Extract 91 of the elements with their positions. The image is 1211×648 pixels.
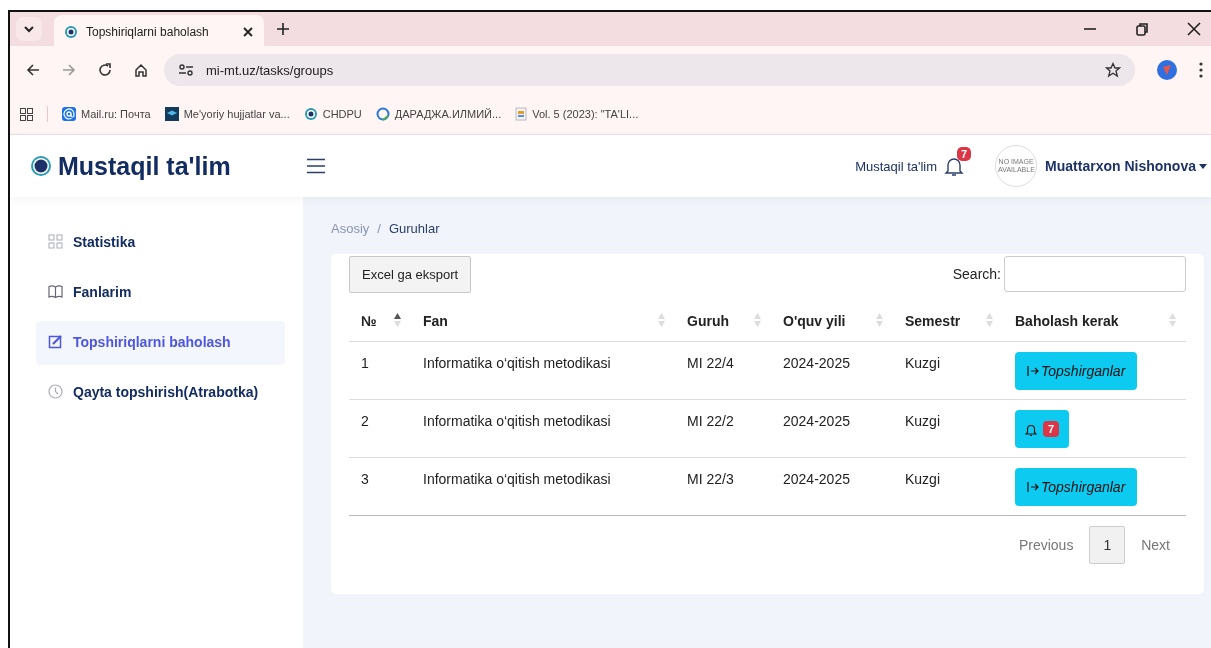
menu-icon[interactable] (306, 158, 326, 174)
close-icon[interactable] (242, 26, 254, 38)
column-header[interactable]: Baholash kerak (1003, 302, 1186, 342)
profile-avatar-icon[interactable] (1157, 60, 1177, 80)
address-bar[interactable]: mi-mt.uz/tasks/groups (164, 54, 1135, 86)
table-cell: 2 (349, 399, 411, 458)
sidebar-item[interactable]: Fanlarim (36, 271, 285, 315)
site-logo-icon (64, 25, 78, 39)
page-button[interactable]: 1 (1089, 526, 1126, 565)
search-label: Search: (952, 266, 1001, 282)
caret-icon (1199, 163, 1207, 169)
bookmark[interactable]: Me'yoriy hujjatlar va... (164, 107, 290, 121)
table-cell: Informatika o‘qitish metodikasi (411, 341, 675, 400)
bookmark-label: Vol. 5 (2023): "TA'LI... (532, 108, 639, 120)
tab-list-icon[interactable] (16, 17, 42, 41)
previous-link[interactable]: Previous (1002, 529, 1090, 562)
breadcrumb-separator: / (377, 221, 381, 236)
site-logo-icon (303, 107, 318, 121)
sort-icon (754, 313, 761, 327)
bookmark-label: CHDPU (322, 108, 362, 120)
bookmark-label: Me'yoriy hujjatlar va... (183, 108, 290, 120)
sidebar-item[interactable]: Topshiriqlarni baholash (36, 321, 285, 365)
restore-icon[interactable] (1135, 22, 1149, 36)
table-cell: 1 (349, 341, 411, 400)
arrow-right-to-bar-icon (1027, 481, 1039, 494)
edit-icon (48, 334, 63, 349)
back-icon[interactable] (26, 63, 40, 77)
table-cell: Kuzgi (893, 399, 1003, 458)
sort-icon (394, 313, 401, 327)
column-header[interactable]: O'quv yili (771, 302, 893, 342)
user-menu[interactable]: Muattarxon Nishonova (1045, 158, 1207, 174)
url-text: mi-mt.uz/tasks/groups (206, 62, 334, 78)
sort-icon (876, 313, 883, 327)
bookmark[interactable]: Vol. 5 (2023): "TA'LI... (515, 107, 639, 121)
more-icon[interactable] (1199, 62, 1203, 78)
sort-icon (986, 313, 993, 327)
table-cell: Informatika o‘qitish metodikasi (411, 399, 675, 458)
sort-icon (1169, 313, 1176, 327)
brand-logo-icon (30, 155, 52, 177)
graduation-cap-icon (164, 107, 179, 121)
column-header[interactable]: № (349, 302, 411, 342)
arrow-right-to-bar-icon (1027, 365, 1039, 378)
search-field[interactable] (1004, 256, 1186, 292)
export-button[interactable]: Excel ga eksport (349, 255, 472, 293)
bookmark[interactable]: CHDPU (303, 107, 362, 121)
clock-icon (48, 384, 63, 399)
table-cell: MI 22/3 (675, 457, 771, 516)
table-cell: Kuzgi (893, 457, 1003, 516)
bookmark[interactable]: ДАРАДЖА.ИЛМИЙ... (375, 107, 502, 121)
grid-icon (48, 234, 63, 249)
table-cell: MI 22/4 (675, 341, 771, 400)
column-header[interactable]: Guruh (675, 302, 771, 342)
reload-icon[interactable] (98, 63, 112, 77)
forward-icon[interactable] (62, 63, 76, 77)
count-badge: 7 (1043, 421, 1060, 438)
table-cell: Informatika o‘qitish metodikasi (411, 457, 675, 516)
table-cell: MI 22/2 (675, 399, 771, 458)
bookmark-label: Mail.ru: Почта (81, 108, 151, 120)
submissions-button[interactable]: Topshirganlar (1015, 468, 1138, 507)
bookmark[interactable]: Mail.ru: Почта (62, 107, 151, 121)
sidebar-item[interactable]: Qayta topshirish(Atrabotka) (36, 371, 285, 415)
bookmark-label: ДАРАДЖА.ИЛМИЙ... (394, 108, 502, 120)
column-header[interactable]: Semestr (893, 302, 1003, 342)
breadcrumb-current: Guruhlar (388, 221, 440, 236)
notification-count: 7 (956, 147, 972, 161)
brand-name: Mustaqil ta'lim (58, 151, 231, 181)
new-tab-icon[interactable] (276, 22, 290, 36)
next-link[interactable]: Next (1125, 529, 1186, 562)
at-sign-icon (62, 107, 76, 121)
tab-title: Topshiriqlarni baholash (86, 25, 210, 39)
notification-button[interactable]: 7 (1015, 410, 1070, 449)
table-cell: 2024-2025 (771, 341, 893, 400)
sidebar-item[interactable]: Statistika (36, 221, 285, 265)
header-link[interactable]: Mustaqil ta'lim (855, 158, 938, 174)
book-icon (48, 284, 63, 299)
table-cell: 2024-2025 (771, 399, 893, 458)
site-settings-icon[interactable] (178, 63, 194, 77)
browser-tab[interactable]: Topshiriqlarni baholash (54, 15, 264, 49)
column-header[interactable]: Fan (411, 302, 675, 342)
star-icon[interactable] (1105, 62, 1121, 78)
document-icon (515, 107, 528, 121)
submissions-button[interactable]: Topshirganlar (1015, 352, 1138, 391)
table-cell: 2024-2025 (771, 457, 893, 516)
home-icon[interactable] (134, 63, 148, 77)
table-cell: 3 (349, 457, 411, 516)
sort-icon (658, 313, 665, 327)
table-cell: Kuzgi (893, 341, 1003, 400)
globe-icon (375, 107, 390, 121)
close-icon[interactable] (1187, 22, 1201, 36)
bell-icon (1025, 422, 1037, 436)
apps-grid-icon[interactable] (20, 107, 33, 121)
